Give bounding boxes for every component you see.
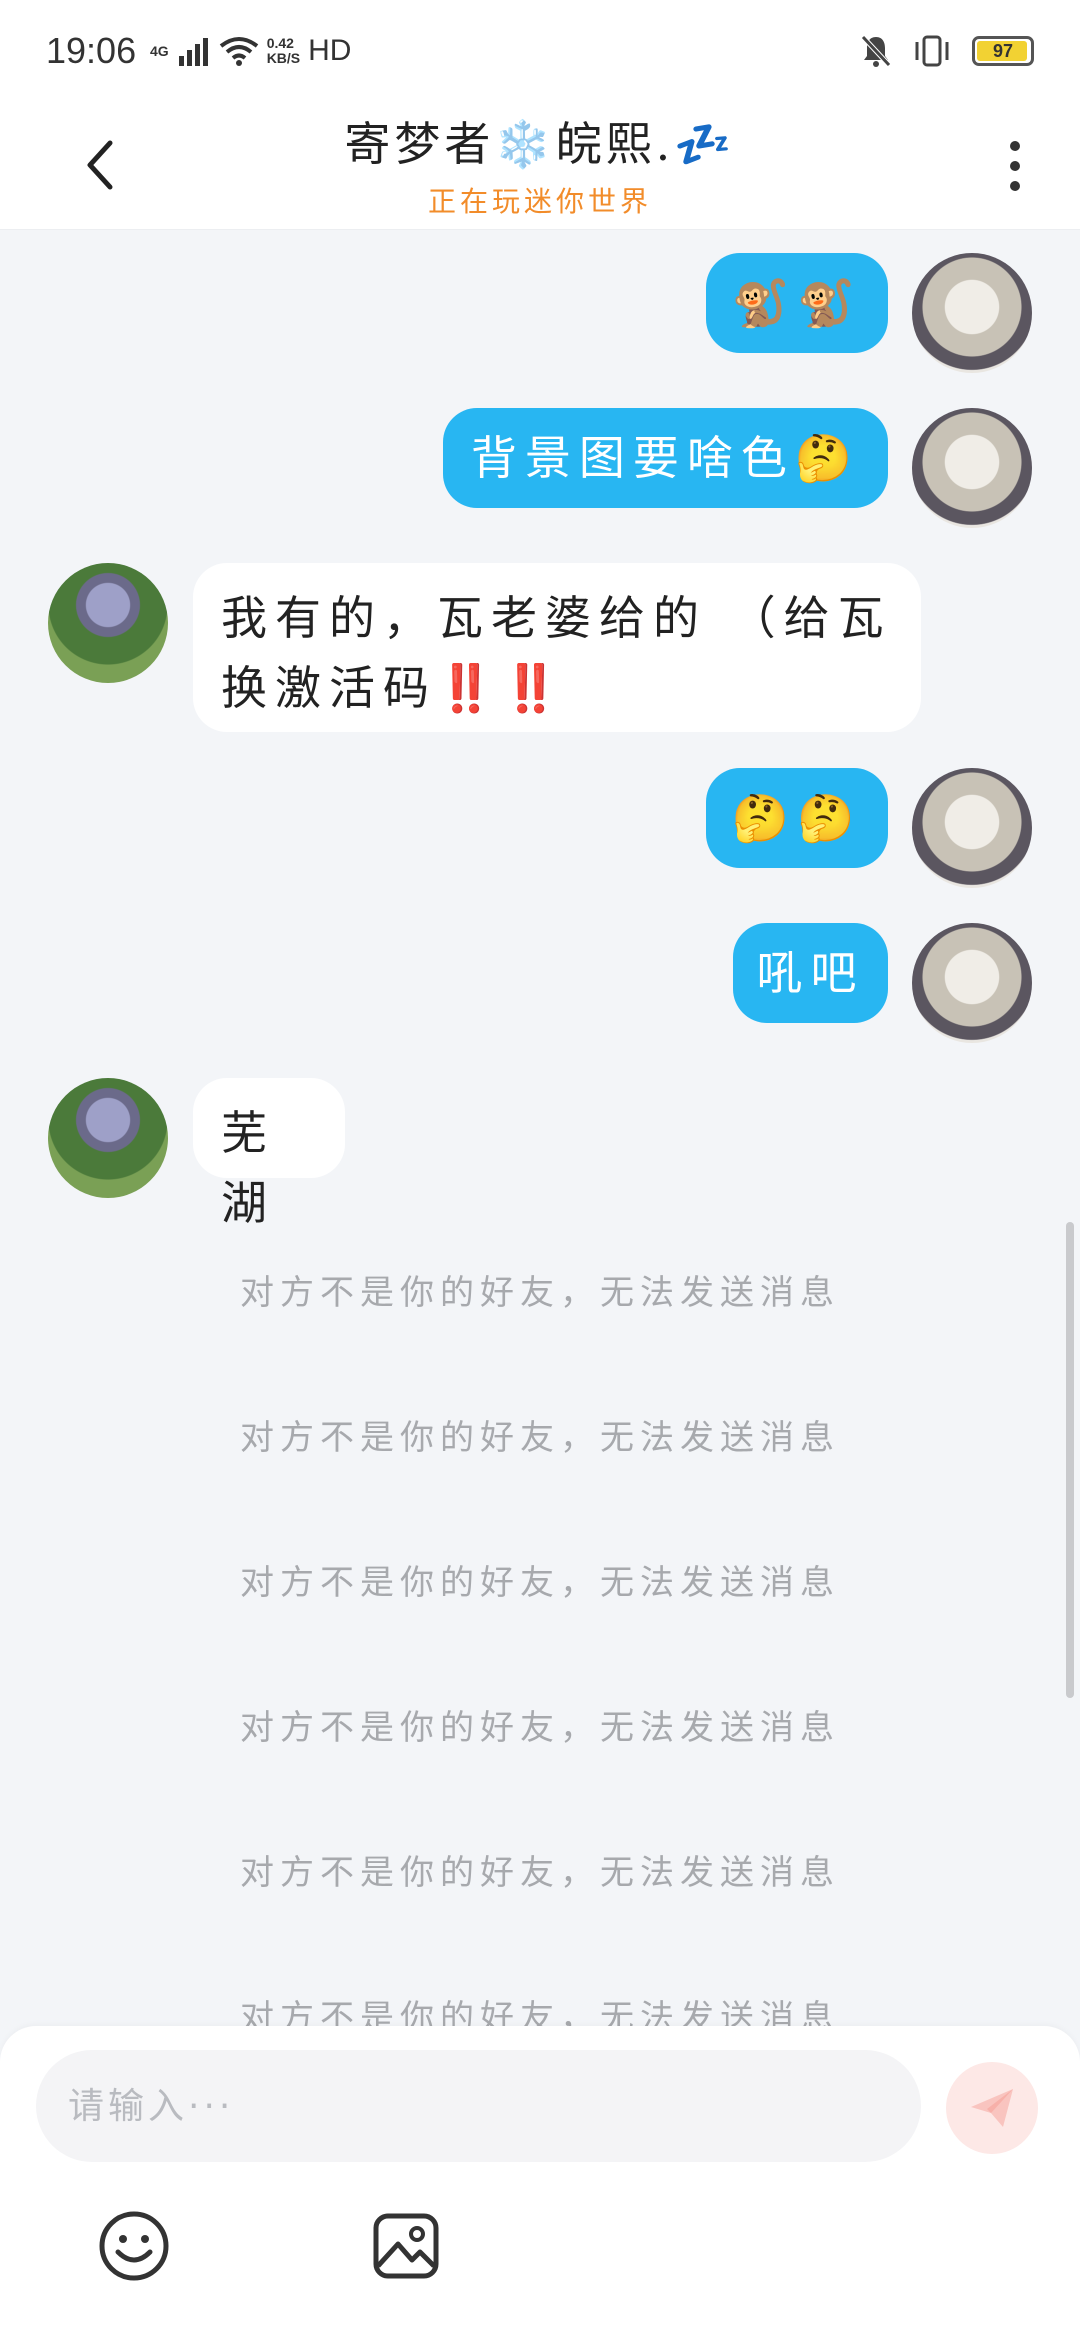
network-indicators: 4G 0.42 KB/S HD: [150, 34, 351, 68]
vibrate-icon: [915, 35, 949, 67]
emoji-icon: [99, 2211, 169, 2281]
my-avatar[interactable]: [912, 253, 1032, 373]
my-avatar[interactable]: [912, 923, 1032, 1043]
input-panel: [0, 2026, 1080, 2340]
contact-avatar[interactable]: [48, 1078, 168, 1198]
my-avatar[interactable]: [912, 768, 1032, 888]
message-bubble-outgoing[interactable]: 背景图要啥色🤔: [443, 408, 888, 508]
chevron-left-icon: [87, 140, 113, 190]
status-time: 19:06: [46, 30, 137, 71]
more-vertical-icon: [1010, 141, 1020, 151]
message-text: 🐒🐒: [731, 276, 863, 330]
system-message: 对方不是你的好友，无法发送消息: [240, 1853, 840, 1893]
battery-level: 97: [992, 40, 1014, 61]
system-message: 对方不是你的好友，无法发送消息: [240, 1563, 840, 1603]
network-speed: 0.42 KB/S: [267, 36, 300, 66]
image-button[interactable]: [366, 2206, 446, 2286]
network-type: 4G: [150, 43, 169, 59]
my-avatar[interactable]: [912, 408, 1032, 528]
scrollbar[interactable]: [1066, 1222, 1074, 1698]
message-text: 吼吧: [756, 946, 865, 1000]
message-bubble-outgoing[interactable]: 🐒🐒: [706, 253, 888, 353]
message-text: 芜湖: [221, 1106, 275, 1230]
contact-avatar[interactable]: [48, 563, 168, 683]
image-icon: [373, 2213, 439, 2279]
message-input-box[interactable]: [36, 2050, 921, 2162]
message-input[interactable]: [68, 2085, 921, 2127]
contact-status: 正在玩迷你世界: [427, 185, 652, 218]
back-button[interactable]: [70, 130, 130, 200]
system-message: 对方不是你的好友，无法发送消息: [240, 1273, 840, 1313]
signal-icon: [178, 38, 208, 66]
message-bubble-outgoing[interactable]: 吼吧: [733, 923, 888, 1023]
message-bubble-incoming[interactable]: 芜湖: [193, 1078, 345, 1230]
wifi-icon: [219, 37, 258, 66]
contact-info[interactable]: 寄梦者❄️皖熙.💤 正在玩迷你世界: [200, 108, 880, 220]
system-message: 对方不是你的好友，无法发送消息: [240, 1708, 840, 1748]
status-right: 97: [860, 34, 1034, 68]
speed-unit: KB/S: [266, 50, 301, 66]
system-message: 对方不是你的好友，无法发送消息: [240, 1418, 840, 1458]
send-icon: [971, 2089, 1013, 2127]
message-text: 我有的，瓦老婆给的 （给瓦换激活码‼️‼️: [221, 591, 892, 715]
contact-name: 寄梦者❄️皖熙.💤: [344, 117, 736, 171]
bell-muted-icon: [861, 35, 891, 67]
chat-header: 寄梦者❄️皖熙.💤 正在玩迷你世界: [0, 100, 1080, 230]
send-button[interactable]: [946, 2062, 1038, 2154]
more-button[interactable]: [990, 126, 1040, 206]
battery-indicator: 97: [972, 36, 1034, 66]
hd-indicator: HD: [308, 34, 352, 67]
message-text: 背景图要啥色🤔: [470, 431, 861, 485]
message-bubble-incoming[interactable]: 我有的，瓦老婆给的 （给瓦换激活码‼️‼️: [193, 563, 921, 732]
status-bar: 19:06 4G 0.42 KB/S HD 97: [0, 0, 1080, 100]
message-bubble-outgoing[interactable]: 🤔🤔: [706, 768, 888, 868]
speed-value: 0.42: [266, 35, 294, 51]
message-text: 🤔🤔: [731, 791, 863, 845]
emoji-button[interactable]: [94, 2206, 174, 2286]
